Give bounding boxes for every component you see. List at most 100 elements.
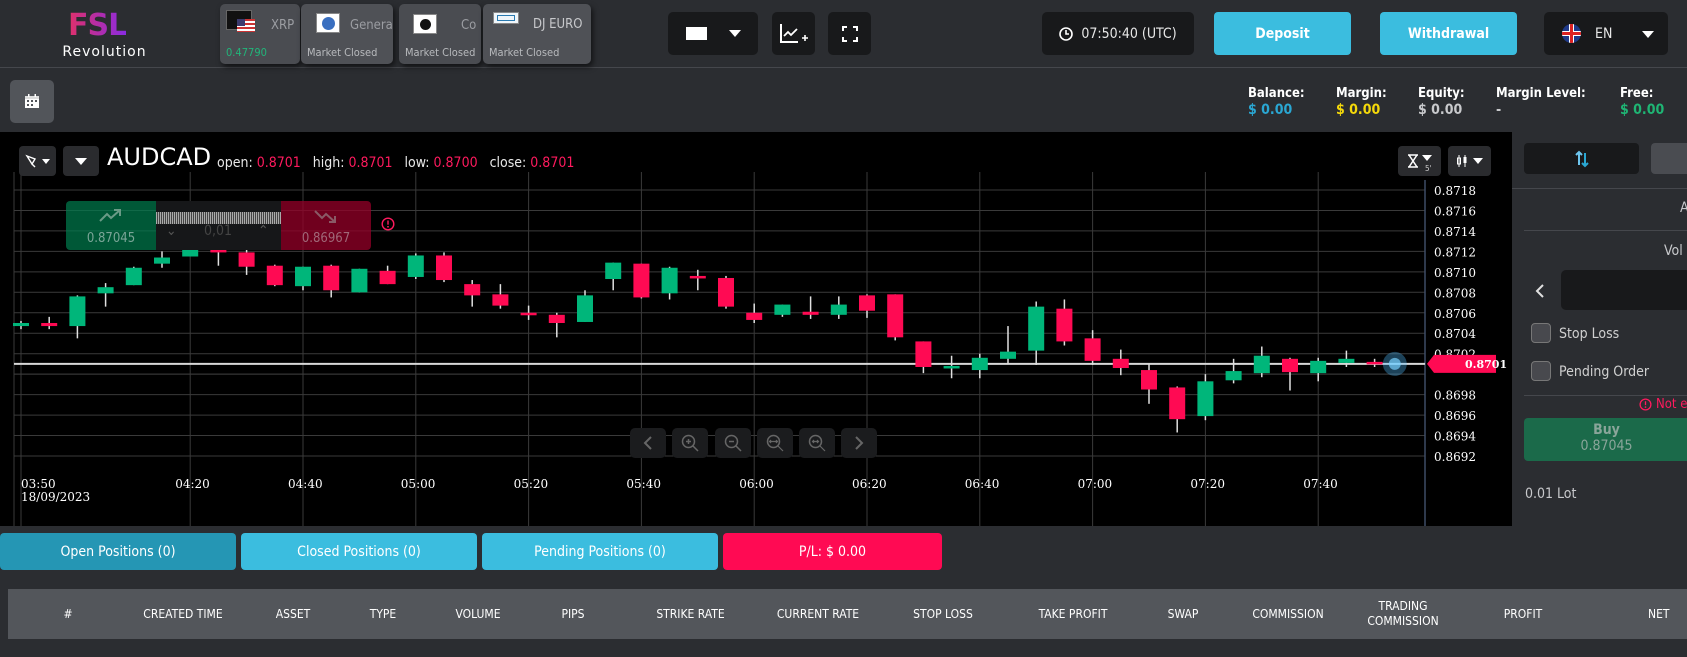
balance-value: $ 0.00 <box>1248 102 1293 118</box>
chart-color-select[interactable] <box>668 12 758 55</box>
chart-scroll-left-button[interactable] <box>630 428 666 458</box>
divider <box>1512 188 1687 189</box>
volume-decrease-icon[interactable] <box>1535 284 1545 298</box>
tab-closed-positions[interactable]: Closed Positions (0) <box>241 533 477 570</box>
quick-buy-price: 0.87045 <box>86 231 136 246</box>
column-header-commission[interactable]: COMMISSION <box>1228 589 1348 639</box>
zoom-reset-icon <box>808 434 826 452</box>
candle-body <box>1225 371 1242 381</box>
column-header-strike-rate[interactable]: STRIKE RATE <box>628 589 753 639</box>
pending-order-label: Pending Order <box>1559 364 1650 380</box>
column-header-profit[interactable]: PROFIT <box>1468 589 1578 639</box>
column-header-net[interactable]: NET <box>1648 589 1687 639</box>
account-margin: Margin: $ 0.00 <box>1336 86 1387 118</box>
chart-fit-width-button[interactable] <box>757 428 793 458</box>
column-header-pips[interactable]: PIPS <box>528 589 618 639</box>
y-tick-label: 0.8718 <box>1434 184 1476 198</box>
lot-increase-icon[interactable]: ⌃ <box>258 223 269 239</box>
candlestick-chart-canvas[interactable]: 0.8718 0.8716 0.8714 0.8712 0.8710 0.8708 0.87… <box>0 132 1512 526</box>
tab-open-positions[interactable]: Open Positions (0) <box>0 533 236 570</box>
brand-logo[interactable]: FSL Revolution <box>52 6 157 62</box>
drawing-tools-button[interactable] <box>19 146 56 176</box>
candle-body <box>689 275 706 279</box>
x-tick-label: 06:20 <box>852 477 887 491</box>
deposit-button[interactable]: Deposit <box>1214 12 1351 55</box>
column-header-created-time[interactable]: CREATED TIME <box>118 589 248 639</box>
ohlc-readout: open: 0.8701 high: 0.8701 low: 0.8700 cl… <box>217 155 574 171</box>
quick-lot-stepper[interactable]: ⌄ 0,01 ⌃ <box>156 201 281 250</box>
asset-tab-coffee[interactable]: Co Market Closed <box>399 4 481 64</box>
x-tick-label: 04:40 <box>288 477 323 491</box>
x-tick-label: 03:50 <box>21 477 56 491</box>
lot-size: 0.01 Lot <box>1525 486 1577 502</box>
trend-down-icon <box>314 210 336 223</box>
timeframe-button[interactable]: 5' <box>1398 146 1441 176</box>
column-header-asset[interactable]: ASSET <box>248 589 338 639</box>
column-header-number[interactable]: # <box>28 589 108 639</box>
language-select[interactable]: EN <box>1544 12 1668 55</box>
quick-sell-price: 0.86967 <box>301 231 351 246</box>
uk-flag-icon <box>1562 24 1581 43</box>
pending-order-checkbox[interactable] <box>1531 361 1551 381</box>
withdrawal-button[interactable]: Withdrawal <box>1380 12 1517 55</box>
free-value: $ 0.00 <box>1620 102 1665 118</box>
add-indicator-button[interactable] <box>772 12 815 55</box>
symbol-dropdown-button[interactable] <box>63 146 99 176</box>
lot-decrease-icon[interactable]: ⌄ <box>166 223 177 239</box>
chevron-down-icon <box>42 158 50 164</box>
candle-body <box>266 265 283 286</box>
asset-tab-general[interactable]: General Market Closed <box>301 4 393 64</box>
calendar-button[interactable] <box>10 80 54 123</box>
chart-zoom-in-button[interactable] <box>672 428 708 458</box>
column-header-stop-loss[interactable]: STOP LOSS <box>888 589 998 639</box>
chart-reset-zoom-button[interactable] <box>799 428 835 458</box>
crosshair-center <box>1388 357 1401 370</box>
candle-body <box>830 304 847 315</box>
candle-body <box>295 266 311 287</box>
coffee-beans-icon <box>413 14 437 34</box>
candle-body <box>633 263 650 298</box>
column-header-take-profit[interactable]: TAKE PROFIT <box>1008 589 1138 639</box>
candle-body <box>1084 338 1101 361</box>
asset-tab-dj-euro[interactable]: DJ EURO Market Closed <box>483 4 591 64</box>
column-header-trading-commission[interactable]: TRADING COMMISSION <box>1353 589 1453 639</box>
chart-zoom-out-button[interactable] <box>715 428 751 458</box>
logo-mark: FSL <box>68 8 127 43</box>
quick-lot-value[interactable]: 0,01 <box>204 223 232 239</box>
trend-up-icon <box>99 209 121 222</box>
current-price-label: 0.8701 <box>1465 358 1507 371</box>
quick-sell-button[interactable]: 0.86967 <box>281 201 371 250</box>
stop-loss-checkbox[interactable] <box>1531 323 1551 343</box>
column-header-current-rate[interactable]: CURRENT RATE <box>753 589 883 639</box>
column-header-volume[interactable]: VOLUME <box>428 589 528 639</box>
y-tick-label: 0.8694 <box>1434 430 1476 444</box>
asset-name: Co <box>461 18 477 33</box>
candle-body <box>154 257 170 264</box>
fullscreen-button[interactable] <box>828 12 871 55</box>
order-type-tab[interactable] <box>1651 143 1687 174</box>
tab-pending-positions[interactable]: Pending Positions (0) <box>482 533 718 570</box>
candlestick-type-icon <box>1457 155 1467 167</box>
x-date-label: 18/09/2023 <box>21 490 90 504</box>
quick-buy-button[interactable]: 0.87045 <box>66 201 156 250</box>
chart-scroll-right-button[interactable] <box>841 428 877 458</box>
candle-body <box>577 295 593 322</box>
timeframe-value: 5' <box>1425 164 1432 173</box>
zoom-out-icon <box>724 434 742 452</box>
column-header-type[interactable]: TYPE <box>338 589 428 639</box>
asset-status: Market Closed <box>307 46 378 59</box>
candle-body <box>718 277 734 307</box>
price-chart[interactable]: 0.8718 0.8716 0.8714 0.8712 0.8710 0.8708 0.87… <box>0 132 1512 526</box>
buy-button[interactable]: Buy 0.87045 <box>1524 418 1687 461</box>
dj-euro-logo-icon <box>493 12 519 24</box>
asset-tab-xrp[interactable]: XRP 0.47790 <box>220 4 300 64</box>
swap-direction-button[interactable] <box>1524 143 1639 174</box>
asset-status: Market Closed <box>405 46 476 59</box>
free-label: Free: <box>1620 86 1654 101</box>
column-header-swap[interactable]: SWAP <box>1138 589 1228 639</box>
chart-type-button[interactable] <box>1448 146 1491 176</box>
candle-body <box>125 267 142 286</box>
high-value: 0.8701 <box>348 155 393 171</box>
volume-input[interactable] <box>1561 270 1687 310</box>
y-tick-label: 0.8706 <box>1434 307 1476 321</box>
